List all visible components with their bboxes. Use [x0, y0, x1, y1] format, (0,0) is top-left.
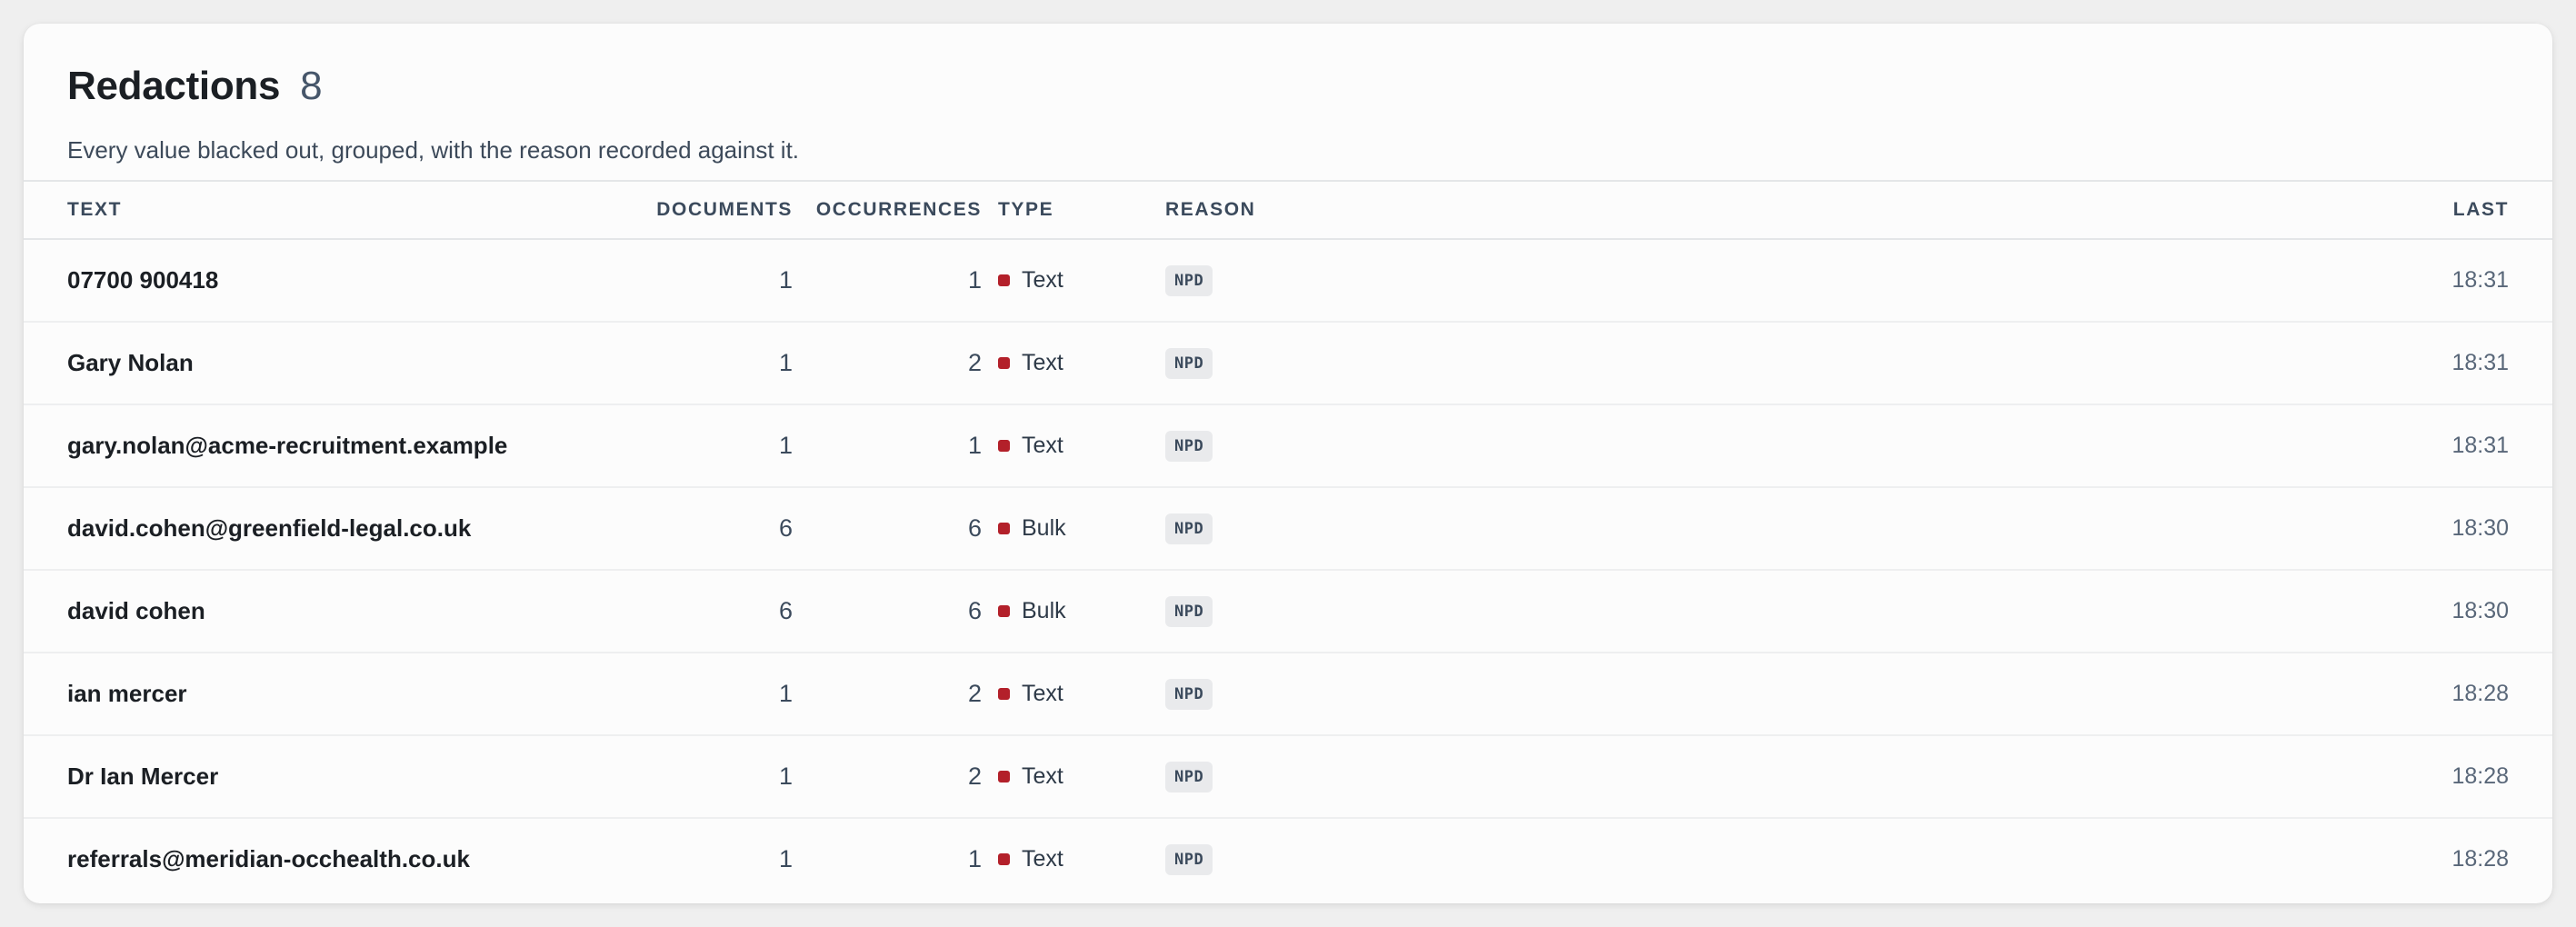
- documents-count-cell: 1: [778, 680, 793, 707]
- table-row[interactable]: ian mercer 1 2 Text NPD 18:28: [24, 653, 2552, 736]
- title-row: Redactions 8: [67, 64, 799, 122]
- type-dot-icon: [998, 605, 1010, 617]
- last-time-cell: 18:31: [2451, 267, 2509, 293]
- reason-badge: NPD: [1165, 761, 1213, 792]
- column-header-reason[interactable]: REASON: [1165, 182, 1255, 238]
- type-dot-icon: [998, 440, 1010, 452]
- column-header-text[interactable]: TEXT: [67, 182, 122, 238]
- redacted-text-cell: david cohen: [67, 597, 205, 624]
- redacted-text-cell: referrals@meridian-occhealth.co.uk: [67, 845, 470, 872]
- documents-count-cell: 1: [778, 432, 793, 459]
- table-row[interactable]: Gary Nolan 1 2 Text NPD 18:31: [24, 323, 2552, 405]
- table-row[interactable]: 07700 900418 1 1 Text NPD 18:31: [24, 240, 2552, 323]
- reason-badge: NPD: [1165, 264, 1213, 296]
- redacted-text-cell: ian mercer: [67, 680, 187, 707]
- type-label: Text: [1022, 681, 1063, 706]
- occurrences-count-cell: 2: [967, 349, 982, 376]
- redacted-text-cell: david.cohen@greenfield-legal.co.uk: [67, 514, 472, 542]
- type-label: Text: [1022, 763, 1063, 789]
- redacted-text-cell: gary.nolan@acme-recruitment.example: [67, 432, 508, 459]
- table-body: 07700 900418 1 1 Text NPD 18:31 Gary Nol…: [24, 240, 2552, 902]
- redacted-text-cell: 07700 900418: [67, 266, 219, 294]
- type-cell: Bulk: [998, 571, 1066, 652]
- type-cell: Text: [998, 240, 1063, 321]
- last-time-cell: 18:28: [2451, 763, 2509, 789]
- page-subtitle: Every value blacked out, grouped, with t…: [67, 136, 800, 164]
- reason-cell: NPD: [1165, 653, 1213, 734]
- reason-cell: NPD: [1165, 240, 1213, 321]
- type-dot-icon: [998, 523, 1010, 534]
- type-cell: Text: [998, 653, 1063, 734]
- reason-cell: NPD: [1165, 323, 1213, 404]
- occurrences-count-cell: 1: [967, 432, 982, 459]
- documents-count-cell: 1: [778, 845, 793, 872]
- redactions-table: TEXT DOCUMENTS OCCURRENCES TYPE REASON L…: [24, 180, 2552, 902]
- type-dot-icon: [998, 771, 1010, 782]
- type-dot-icon: [998, 357, 1010, 369]
- last-time-cell: 18:28: [2451, 681, 2509, 706]
- reason-badge: NPD: [1165, 513, 1213, 544]
- occurrences-count-cell: 2: [967, 680, 982, 707]
- table-row[interactable]: david.cohen@greenfield-legal.co.uk 6 6 B…: [24, 488, 2552, 571]
- type-label: Bulk: [1022, 598, 1066, 623]
- page-title: Redactions: [67, 64, 281, 108]
- reason-badge: NPD: [1165, 678, 1213, 710]
- table-row[interactable]: david cohen 6 6 Bulk NPD 18:30: [24, 571, 2552, 653]
- type-dot-icon: [998, 688, 1010, 700]
- type-label: Text: [1022, 350, 1063, 375]
- column-header-occurrences[interactable]: OCCURRENCES: [816, 182, 982, 238]
- reason-cell: NPD: [1165, 736, 1213, 817]
- type-cell: Bulk: [998, 488, 1066, 569]
- occurrences-count-cell: 1: [967, 845, 982, 872]
- type-dot-icon: [998, 274, 1010, 286]
- last-time-cell: 18:30: [2451, 598, 2509, 623]
- type-label: Text: [1022, 433, 1063, 458]
- redacted-text-cell: Dr Ian Mercer: [67, 763, 219, 790]
- reason-badge: NPD: [1165, 843, 1213, 875]
- last-time-cell: 18:31: [2451, 350, 2509, 375]
- type-cell: Text: [998, 323, 1063, 404]
- redacted-text-cell: Gary Nolan: [67, 349, 194, 376]
- table-row[interactable]: gary.nolan@acme-recruitment.example 1 1 …: [24, 405, 2552, 488]
- reason-cell: NPD: [1165, 819, 1213, 900]
- table-row[interactable]: Dr Ian Mercer 1 2 Text NPD 18:28: [24, 736, 2552, 819]
- table-header: TEXT DOCUMENTS OCCURRENCES TYPE REASON L…: [24, 180, 2552, 240]
- column-header-documents[interactable]: DOCUMENTS: [656, 182, 793, 238]
- occurrences-count-cell: 6: [967, 597, 982, 624]
- documents-count-cell: 6: [778, 597, 793, 624]
- type-cell: Text: [998, 736, 1063, 817]
- documents-count-cell: 1: [778, 266, 793, 294]
- occurrences-count-cell: 6: [967, 514, 982, 542]
- type-cell: Text: [998, 819, 1063, 900]
- reason-badge: NPD: [1165, 430, 1213, 462]
- reason-badge: NPD: [1165, 595, 1213, 627]
- redactions-card: Redactions 8 Every value blacked out, gr…: [24, 24, 2552, 903]
- type-label: Text: [1022, 267, 1063, 293]
- card-header: Redactions 8 Every value blacked out, gr…: [67, 64, 799, 164]
- reason-cell: NPD: [1165, 488, 1213, 569]
- occurrences-count-cell: 2: [967, 763, 982, 790]
- documents-count-cell: 1: [778, 349, 793, 376]
- reason-badge: NPD: [1165, 347, 1213, 379]
- type-label: Text: [1022, 846, 1063, 872]
- last-time-cell: 18:30: [2451, 515, 2509, 541]
- type-dot-icon: [998, 853, 1010, 865]
- type-label: Bulk: [1022, 515, 1066, 541]
- column-header-last[interactable]: LAST: [2453, 182, 2509, 238]
- type-cell: Text: [998, 405, 1063, 486]
- last-time-cell: 18:31: [2451, 433, 2509, 458]
- redaction-count: 8: [300, 64, 323, 108]
- occurrences-count-cell: 1: [967, 266, 982, 294]
- documents-count-cell: 1: [778, 763, 793, 790]
- reason-cell: NPD: [1165, 571, 1213, 652]
- column-header-type[interactable]: TYPE: [998, 182, 1053, 238]
- reason-cell: NPD: [1165, 405, 1213, 486]
- documents-count-cell: 6: [778, 514, 793, 542]
- last-time-cell: 18:28: [2451, 846, 2509, 872]
- table-row[interactable]: referrals@meridian-occhealth.co.uk 1 1 T…: [24, 819, 2552, 902]
